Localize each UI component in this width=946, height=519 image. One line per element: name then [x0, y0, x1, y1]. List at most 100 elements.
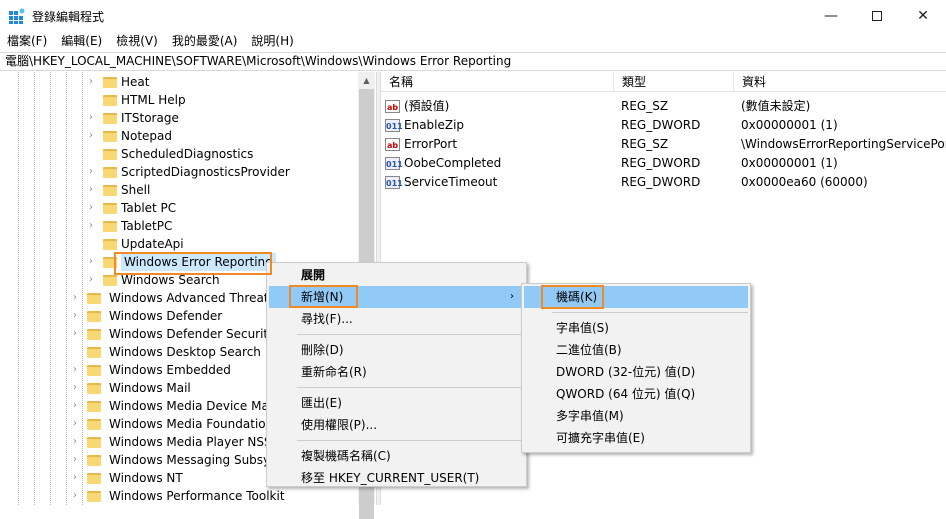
menu-separator [297, 440, 524, 441]
menu-item[interactable]: 二進位值(B) [524, 339, 748, 361]
tree-item[interactable]: ScheduledDiagnostics [89, 145, 253, 163]
menu-item[interactable]: 尋找(F)... [269, 308, 524, 330]
chevron-right-icon[interactable]: › [89, 163, 99, 181]
address-bar[interactable]: 電腦\HKEY_LOCAL_MACHINE\SOFTWARE\Microsoft… [0, 52, 946, 71]
tree-item[interactable]: › ScriptedDiagnosticsProvider [89, 163, 290, 181]
tree-item[interactable]: HTML Help [89, 91, 186, 109]
tree-item[interactable]: › Windows Performance Toolkit [73, 487, 285, 505]
maximize-button[interactable] [854, 0, 900, 32]
chevron-right-icon[interactable]: › [73, 361, 83, 379]
folder-icon [87, 328, 101, 340]
value-data: \WindowsErrorReportingServicePort [741, 137, 946, 151]
tree-item-label: ScriptedDiagnosticsProvider [121, 165, 290, 179]
tree-item-label: HTML Help [121, 93, 186, 107]
chevron-right-icon[interactable]: › [89, 253, 99, 271]
menu-item-label: 展開 [301, 268, 326, 282]
chevron-right-icon[interactable]: › [73, 487, 83, 505]
tree-item[interactable]: › Windows Defender [73, 307, 222, 325]
tree-item[interactable]: › Windows NT [73, 469, 183, 487]
tree-item-label: Windows Media Foundation [109, 417, 274, 431]
chevron-right-icon[interactable]: › [73, 325, 83, 343]
chevron-right-icon[interactable]: › [73, 451, 83, 469]
chevron-right-icon[interactable]: › [73, 397, 83, 415]
value-data: (數值未設定) [741, 99, 811, 113]
menu-item[interactable]: 使用權限(P)... [269, 414, 524, 436]
dword-value-icon: 011 [385, 157, 403, 170]
chevron-right-icon[interactable]: › [73, 307, 83, 325]
value-name: EnableZip [404, 118, 465, 132]
value-row[interactable]: ab (預設值) REG_SZ (數值未設定) [381, 97, 946, 116]
menu-item[interactable]: 移至 HKEY_CURRENT_USER(T) [269, 467, 524, 489]
menu-item[interactable]: DWORD (32-位元) 值(D) [524, 361, 748, 383]
chevron-right-icon[interactable]: › [89, 181, 99, 199]
menu-3[interactable]: 我的最愛(A) [165, 32, 245, 51]
minimize-button[interactable]: — [808, 0, 854, 32]
tree-item-label: Shell [121, 183, 151, 197]
tree-item[interactable]: › Tablet PC [89, 199, 176, 217]
menu-item[interactable]: 重新命名(R) [269, 361, 524, 383]
dword-value-icon: 011 [385, 119, 403, 132]
chevron-right-icon[interactable]: › [89, 127, 99, 145]
tree-item[interactable]: › TabletPC [89, 217, 172, 235]
close-button[interactable]: ✕ [900, 0, 946, 32]
value-name: (預設值) [404, 99, 450, 113]
menu-0[interactable]: 檔案(F) [0, 32, 54, 51]
value-type: REG_DWORD [621, 175, 701, 189]
menu-item-label: 使用權限(P)... [301, 418, 378, 432]
tree-item[interactable]: › Shell [89, 181, 150, 199]
tree-item[interactable]: › Notepad [89, 127, 172, 145]
column-type[interactable]: 類型 [614, 72, 734, 92]
scroll-up-icon[interactable]: ▲ [358, 72, 375, 89]
menu-separator [552, 312, 748, 313]
menu-item[interactable]: 可擴充字串值(E) [524, 427, 748, 449]
menu-item-label: DWORD (32-位元) 值(D) [556, 365, 696, 379]
menu-item[interactable]: 多字串值(M) [524, 405, 748, 427]
menu-1[interactable]: 編輯(E) [54, 32, 109, 51]
chevron-right-icon[interactable]: › [73, 289, 83, 307]
value-row[interactable]: ab ErrorPort REG_SZ \WindowsErrorReportingS… [381, 135, 946, 154]
menu-item[interactable]: 匯出(E) [269, 392, 524, 414]
tree-item[interactable]: › ITStorage [89, 109, 179, 127]
chevron-right-icon[interactable]: › [73, 433, 83, 451]
chevron-right-icon[interactable]: › [89, 271, 99, 289]
tree-item[interactable]: › Windows Media Player NSS [73, 433, 272, 451]
value-row[interactable]: 011 OobeCompleted REG_DWORD 0x00000001 (1) [381, 154, 946, 173]
chevron-right-icon[interactable]: › [89, 109, 99, 127]
column-name[interactable]: 名稱 [381, 72, 614, 92]
menu-separator [297, 334, 524, 335]
column-data[interactable]: 資料 [734, 72, 946, 92]
menu-item[interactable]: 展開 [269, 264, 524, 286]
tree-item[interactable]: Windows Desktop Search [73, 343, 261, 361]
tree-item[interactable]: › Heat [89, 73, 149, 91]
tree-item[interactable]: › Windows Embedded [73, 361, 231, 379]
value-data: 0x00000001 (1) [741, 156, 838, 170]
value-row[interactable]: 011 EnableZip REG_DWORD 0x00000001 (1) [381, 116, 946, 135]
tree-item-label: Windows Desktop Search [109, 345, 261, 359]
tree-item[interactable]: › Windows Media Foundation [73, 415, 273, 433]
menu-item-label: QWORD (64 位元) 值(Q) [556, 387, 696, 401]
menu-item[interactable]: 複製機碼名稱(C) [269, 445, 524, 467]
chevron-right-icon[interactable]: › [73, 469, 83, 487]
menu-item[interactable]: 刪除(D) [269, 339, 524, 361]
chevron-right-icon[interactable]: › [73, 415, 83, 433]
folder-icon [87, 400, 101, 412]
folder-icon [103, 238, 117, 250]
menu-4[interactable]: 說明(H) [244, 32, 300, 51]
chevron-right-icon[interactable]: › [89, 73, 99, 91]
tree-item[interactable]: › Windows Mail [73, 379, 191, 397]
chevron-right-icon[interactable]: › [89, 199, 99, 217]
tree-item-label: Windows Performance Toolkit [109, 489, 285, 503]
tree-item[interactable]: UpdateApi [89, 235, 184, 253]
chevron-right-icon[interactable]: › [89, 217, 99, 235]
value-name: OobeCompleted [404, 156, 502, 170]
folder-icon [103, 76, 117, 88]
folder-icon [87, 472, 101, 484]
menu-item[interactable]: 字串值(S) [524, 317, 748, 339]
value-row[interactable]: 011 ServiceTimeout REG_DWORD 0x0000ea60 (60… [381, 173, 946, 192]
tree-item-label: TabletPC [121, 219, 173, 233]
chevron-right-icon[interactable]: › [73, 379, 83, 397]
menu-2[interactable]: 檢視(V) [109, 32, 165, 51]
chevron-right-icon: › [510, 291, 514, 302]
menu-item[interactable]: QWORD (64 位元) 值(Q) [524, 383, 748, 405]
menu-separator [297, 387, 524, 388]
